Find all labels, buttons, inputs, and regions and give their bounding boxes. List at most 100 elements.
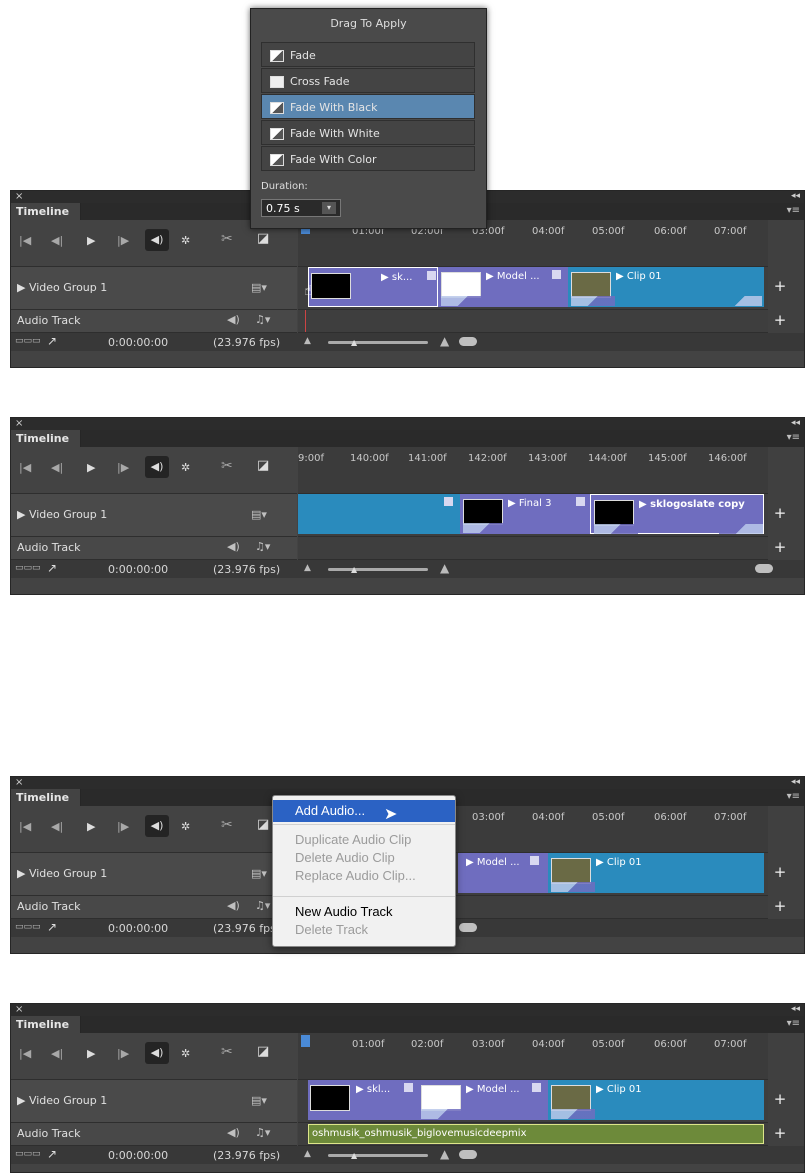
transition-fade-with-color[interactable]: Fade With Color xyxy=(261,146,475,171)
prev-frame-icon[interactable]: ◀| xyxy=(51,234,63,247)
collapse-icon[interactable]: ◂◂ xyxy=(791,191,800,202)
zoom-out-icon[interactable]: ▲ xyxy=(304,1149,311,1159)
scissors-icon[interactable]: ✂ xyxy=(221,817,233,833)
time-ruler[interactable]: 9:00f 140:00f 141:00f 142:00f 143:00f 14… xyxy=(298,447,768,494)
gear-icon[interactable]: ✲ xyxy=(181,234,190,247)
zoom-in-icon[interactable]: ▲ xyxy=(440,334,449,348)
zoom-slider[interactable] xyxy=(328,568,428,571)
prev-frame-icon[interactable]: ◀| xyxy=(51,820,63,833)
close-icon[interactable]: × xyxy=(15,1004,23,1015)
transition-marker[interactable] xyxy=(551,1109,595,1119)
zoom-out-icon[interactable]: ▲ xyxy=(304,563,311,573)
play-icon[interactable]: ▶ xyxy=(87,1047,95,1060)
video-track-area[interactable]: ▶ sk... ▶ Model ... ▶ Clip 01 xyxy=(298,267,768,310)
tab-timeline[interactable]: Timeline xyxy=(11,789,81,806)
zoom-in-icon[interactable]: ▲ xyxy=(440,1147,449,1161)
gear-icon[interactable]: ✲ xyxy=(181,461,190,474)
speaker-icon[interactable]: ◀) xyxy=(145,456,169,478)
add-video-button[interactable]: + xyxy=(768,1090,792,1108)
status-icon[interactable]: ▭▭▭ xyxy=(15,1149,41,1159)
zoom-knob[interactable]: ▲ xyxy=(351,1151,357,1160)
speaker-small-icon[interactable]: ◀) xyxy=(227,899,240,912)
zoom-knob[interactable]: ▲ xyxy=(351,338,357,347)
play-icon[interactable]: ▶ xyxy=(87,461,95,474)
video-group-label[interactable]: ▶ Video Group 1 xyxy=(17,867,107,880)
menu-item-delete-track[interactable]: Delete Track xyxy=(273,922,455,937)
menu-item-replace-audio-clip[interactable]: Replace Audio Clip... xyxy=(273,868,455,883)
first-frame-icon[interactable]: |◀ xyxy=(19,1047,31,1060)
horizontal-scrollbar[interactable] xyxy=(755,564,773,573)
panel-menu-icon[interactable]: ▾≡ xyxy=(787,791,800,802)
next-frame-icon[interactable]: |▶ xyxy=(117,461,129,474)
panel-menu-icon[interactable]: ▾≡ xyxy=(787,1018,800,1029)
add-video-button[interactable]: + xyxy=(768,504,792,522)
transition-marker[interactable] xyxy=(571,296,615,306)
video-group-header[interactable]: ▶ Video Group 1 ▤▾ xyxy=(11,853,297,896)
transition-fade-with-black[interactable]: Fade With Black xyxy=(261,94,475,119)
collapse-icon[interactable]: ◂◂ xyxy=(791,777,800,788)
transition-marker[interactable] xyxy=(719,524,763,534)
clip-model[interactable]: ▶ Model ... xyxy=(438,267,568,307)
transition-icon[interactable]: ◪ xyxy=(257,458,269,473)
duration-field[interactable]: 0.75 s ▾ xyxy=(261,199,341,217)
scissors-icon[interactable]: ✂ xyxy=(221,458,233,474)
render-icon[interactable]: ↗ xyxy=(47,920,57,934)
music-note-icon[interactable]: ♫▾ xyxy=(255,313,270,326)
horizontal-scrollbar[interactable] xyxy=(459,1150,477,1159)
status-icon[interactable]: ▭▭▭ xyxy=(15,563,41,573)
prev-frame-icon[interactable]: ◀| xyxy=(51,1047,63,1060)
clip-sklogoslate[interactable]: ▶ sklogoslate copy xyxy=(590,494,764,534)
clip-previous[interactable] xyxy=(298,494,460,534)
first-frame-icon[interactable]: |◀ xyxy=(19,461,31,474)
zoom-knob[interactable]: ▲ xyxy=(351,565,357,574)
music-note-icon[interactable]: ♫▾ xyxy=(255,899,270,912)
speaker-small-icon[interactable]: ◀) xyxy=(227,540,240,553)
transition-icon[interactable]: ◪ xyxy=(257,231,269,246)
playhead[interactable] xyxy=(301,1035,310,1047)
transition-marker[interactable] xyxy=(421,1109,465,1119)
transition-marker[interactable] xyxy=(441,296,485,306)
next-frame-icon[interactable]: |▶ xyxy=(117,1047,129,1060)
clip-final-3[interactable]: ▶ Final 3 xyxy=(460,494,590,534)
audio-track-header[interactable]: Audio Track ◀) ♫▾ xyxy=(11,537,297,560)
add-audio-button[interactable]: + xyxy=(768,1124,792,1142)
transition-icon[interactable]: ◪ xyxy=(257,1044,269,1059)
speaker-icon[interactable]: ◀) xyxy=(145,815,169,837)
gear-icon[interactable]: ✲ xyxy=(181,1047,190,1060)
zoom-in-icon[interactable]: ▲ xyxy=(440,561,449,575)
transition-cross-fade[interactable]: Cross Fade xyxy=(261,68,475,93)
close-icon[interactable]: × xyxy=(15,418,23,429)
panel-menu-icon[interactable]: ▾≡ xyxy=(787,205,800,216)
audio-track-area[interactable] xyxy=(298,310,768,333)
film-icon[interactable]: ▤▾ xyxy=(251,867,267,880)
audio-clip[interactable]: oshmusik_oshmusik_biglovemusicdeepmix xyxy=(308,1124,764,1144)
transition-marker[interactable] xyxy=(463,523,507,533)
speaker-icon[interactable]: ◀) xyxy=(145,229,169,251)
clip-01[interactable]: ▶ Clip 01 xyxy=(548,853,764,893)
clip-01[interactable]: ▶ Clip 01 xyxy=(548,1080,764,1120)
transition-marker[interactable] xyxy=(718,296,762,306)
time-ruler[interactable]: 01:00f 02:00f 03:00f 04:00f 05:00f 06:00… xyxy=(298,1033,768,1080)
close-icon[interactable]: × xyxy=(15,777,23,788)
video-group-label[interactable]: ▶ Video Group 1 xyxy=(17,1094,107,1107)
prev-frame-icon[interactable]: ◀| xyxy=(51,461,63,474)
zoom-slider[interactable] xyxy=(328,1154,428,1157)
tab-timeline[interactable]: Timeline xyxy=(11,1016,81,1033)
next-frame-icon[interactable]: |▶ xyxy=(117,234,129,247)
clip-intro[interactable]: ▶ skl... xyxy=(308,1080,418,1120)
audio-track-header[interactable]: Audio Track ◀) ♫▾ xyxy=(11,1123,297,1146)
transition-fade-with-white[interactable]: Fade With White xyxy=(261,120,475,145)
next-frame-icon[interactable]: |▶ xyxy=(117,820,129,833)
audio-track-area[interactable]: oshmusik_oshmusik_biglovemusicdeepmix xyxy=(298,1123,768,1146)
clip-model[interactable]: ▶ Model ... xyxy=(418,1080,548,1120)
transition-fade[interactable]: Fade xyxy=(261,42,475,67)
music-note-icon[interactable]: ♫▾ xyxy=(255,1126,270,1139)
panel-menu-icon[interactable]: ▾≡ xyxy=(787,432,800,443)
video-track-area[interactable]: ▶ Final 3 ▶ sklogoslate copy xyxy=(298,494,768,537)
add-audio-button[interactable]: + xyxy=(768,897,792,915)
add-audio-button[interactable]: + xyxy=(768,538,792,556)
video-group-label[interactable]: ▶ Video Group 1 xyxy=(17,281,107,294)
clip-model[interactable]: ▶ Model ... xyxy=(458,853,548,893)
video-track-area[interactable]: ▶ skl... ▶ Model ... ▶ Clip 01 xyxy=(298,1080,768,1123)
transition-marker[interactable] xyxy=(594,524,638,534)
